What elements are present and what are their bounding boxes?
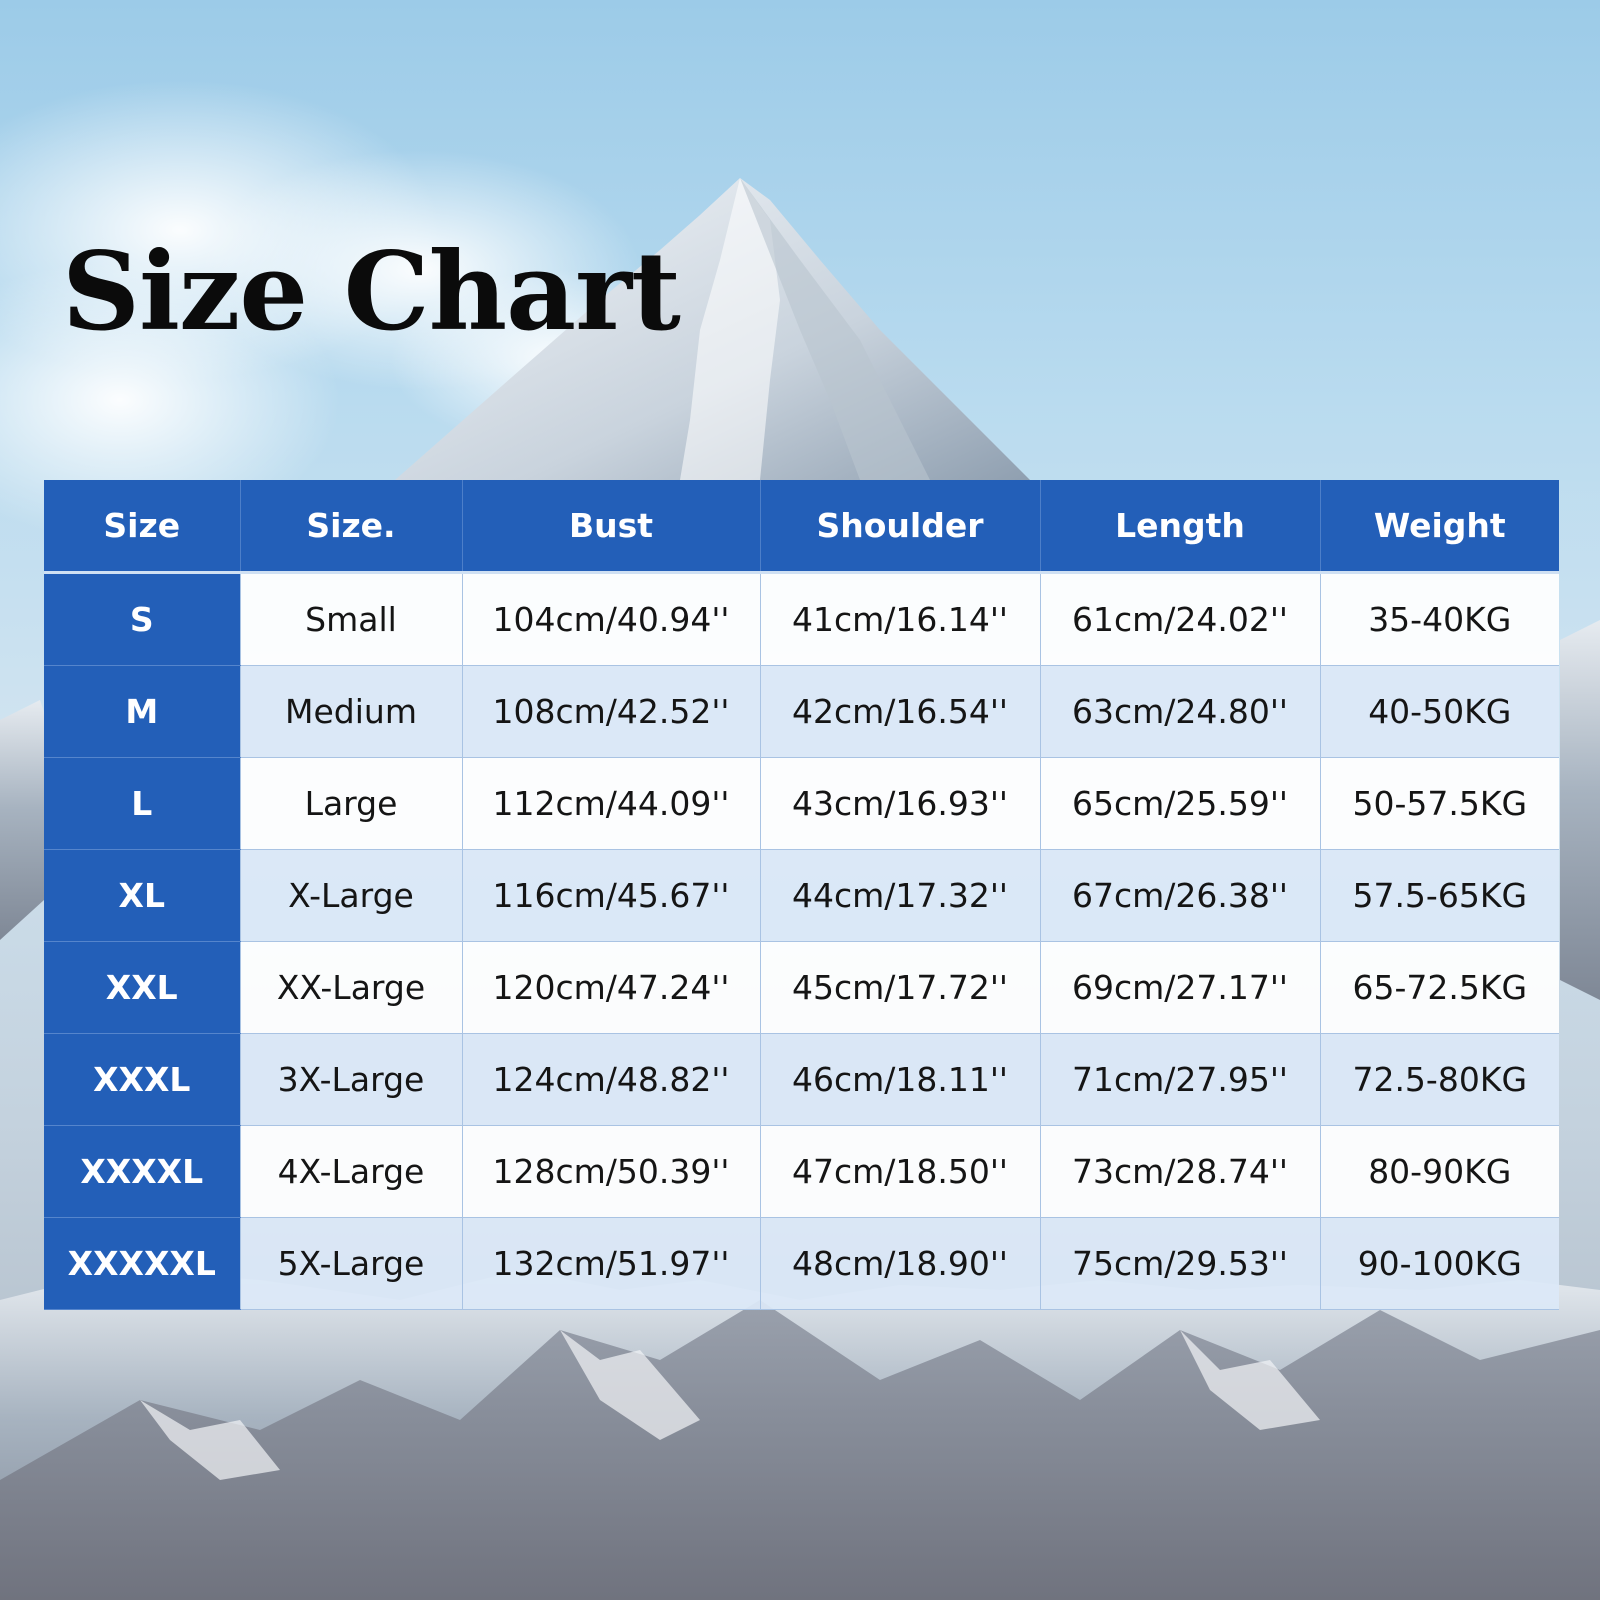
header-bust: Bust — [462, 480, 761, 574]
bust-cell: 120cm/47.24'' — [461, 941, 760, 1034]
shoulder-cell: 41cm/16.14'' — [759, 572, 1040, 666]
table-row: XXXL 3X-Large 124cm/48.82'' 46cm/18.11''… — [44, 1033, 1559, 1126]
size-name-cell: Medium — [239, 665, 462, 758]
size-code-cell: XXXXL — [44, 1125, 240, 1218]
length-cell: 73cm/28.74'' — [1039, 1125, 1320, 1218]
length-cell: 61cm/24.02'' — [1039, 572, 1320, 666]
weight-cell: 90-100KG — [1319, 1217, 1559, 1310]
shoulder-cell: 46cm/18.11'' — [759, 1033, 1040, 1126]
length-cell: 67cm/26.38'' — [1039, 849, 1320, 942]
size-name-cell: 5X-Large — [239, 1217, 462, 1310]
size-name-cell: Large — [239, 757, 462, 850]
table-header-row: Size Size. Bust Shoulder Length Weight — [44, 480, 1559, 574]
size-name-cell: 3X-Large — [239, 1033, 462, 1126]
shoulder-cell: 47cm/18.50'' — [759, 1125, 1040, 1218]
size-code-cell: S — [44, 572, 240, 666]
bust-cell: 132cm/51.97'' — [461, 1217, 760, 1310]
length-cell: 65cm/25.59'' — [1039, 757, 1320, 850]
shoulder-cell: 42cm/16.54'' — [759, 665, 1040, 758]
weight-cell: 40-50KG — [1319, 665, 1559, 758]
size-code-cell: XXXL — [44, 1033, 240, 1126]
weight-cell: 35-40KG — [1319, 572, 1559, 666]
size-code-cell: XL — [44, 849, 240, 942]
size-code-cell: M — [44, 665, 240, 758]
size-code-cell: XXXXXL — [44, 1217, 240, 1310]
table-row: M Medium 108cm/42.52'' 42cm/16.54'' 63cm… — [44, 665, 1559, 758]
weight-cell: 50-57.5KG — [1319, 757, 1559, 850]
shoulder-cell: 43cm/16.93'' — [759, 757, 1040, 850]
page-title: Size Chart — [62, 229, 681, 355]
header-size: Size — [44, 480, 241, 574]
header-weight: Weight — [1320, 480, 1559, 574]
size-code-cell: L — [44, 757, 240, 850]
table-row: XL X-Large 116cm/45.67'' 44cm/17.32'' 67… — [44, 849, 1559, 942]
length-cell: 71cm/27.95'' — [1039, 1033, 1320, 1126]
table-row: S Small 104cm/40.94'' 41cm/16.14'' 61cm/… — [44, 572, 1559, 666]
size-name-cell: X-Large — [239, 849, 462, 942]
size-chart-table: Size Size. Bust Shoulder Length Weight S… — [44, 480, 1559, 1310]
weight-cell: 65-72.5KG — [1319, 941, 1559, 1034]
weight-cell: 72.5-80KG — [1319, 1033, 1559, 1126]
header-length: Length — [1040, 480, 1321, 574]
shoulder-cell: 45cm/17.72'' — [759, 941, 1040, 1034]
weight-cell: 57.5-65KG — [1319, 849, 1559, 942]
bust-cell: 108cm/42.52'' — [461, 665, 760, 758]
length-cell: 69cm/27.17'' — [1039, 941, 1320, 1034]
table-row: L Large 112cm/44.09'' 43cm/16.93'' 65cm/… — [44, 757, 1559, 850]
table-row: XXXXL 4X-Large 128cm/50.39'' 47cm/18.50'… — [44, 1125, 1559, 1218]
size-name-cell: Small — [239, 572, 462, 666]
table-row: XXL XX-Large 120cm/47.24'' 45cm/17.72'' … — [44, 941, 1559, 1034]
length-cell: 75cm/29.53'' — [1039, 1217, 1320, 1310]
bust-cell: 116cm/45.67'' — [461, 849, 760, 942]
size-chart-canvas: Size Chart Size Size. Bust Shoulder Leng… — [0, 0, 1600, 1600]
bust-cell: 104cm/40.94'' — [461, 572, 760, 666]
bust-cell: 124cm/48.82'' — [461, 1033, 760, 1126]
bust-cell: 128cm/50.39'' — [461, 1125, 760, 1218]
size-name-cell: 4X-Large — [239, 1125, 462, 1218]
shoulder-cell: 44cm/17.32'' — [759, 849, 1040, 942]
table-row: XXXXXL 5X-Large 132cm/51.97'' 48cm/18.90… — [44, 1217, 1559, 1310]
size-code-cell: XXL — [44, 941, 240, 1034]
bust-cell: 112cm/44.09'' — [461, 757, 760, 850]
size-name-cell: XX-Large — [239, 941, 462, 1034]
header-size-name: Size. — [240, 480, 463, 574]
header-shoulder: Shoulder — [760, 480, 1041, 574]
length-cell: 63cm/24.80'' — [1039, 665, 1320, 758]
weight-cell: 80-90KG — [1319, 1125, 1559, 1218]
shoulder-cell: 48cm/18.90'' — [759, 1217, 1040, 1310]
